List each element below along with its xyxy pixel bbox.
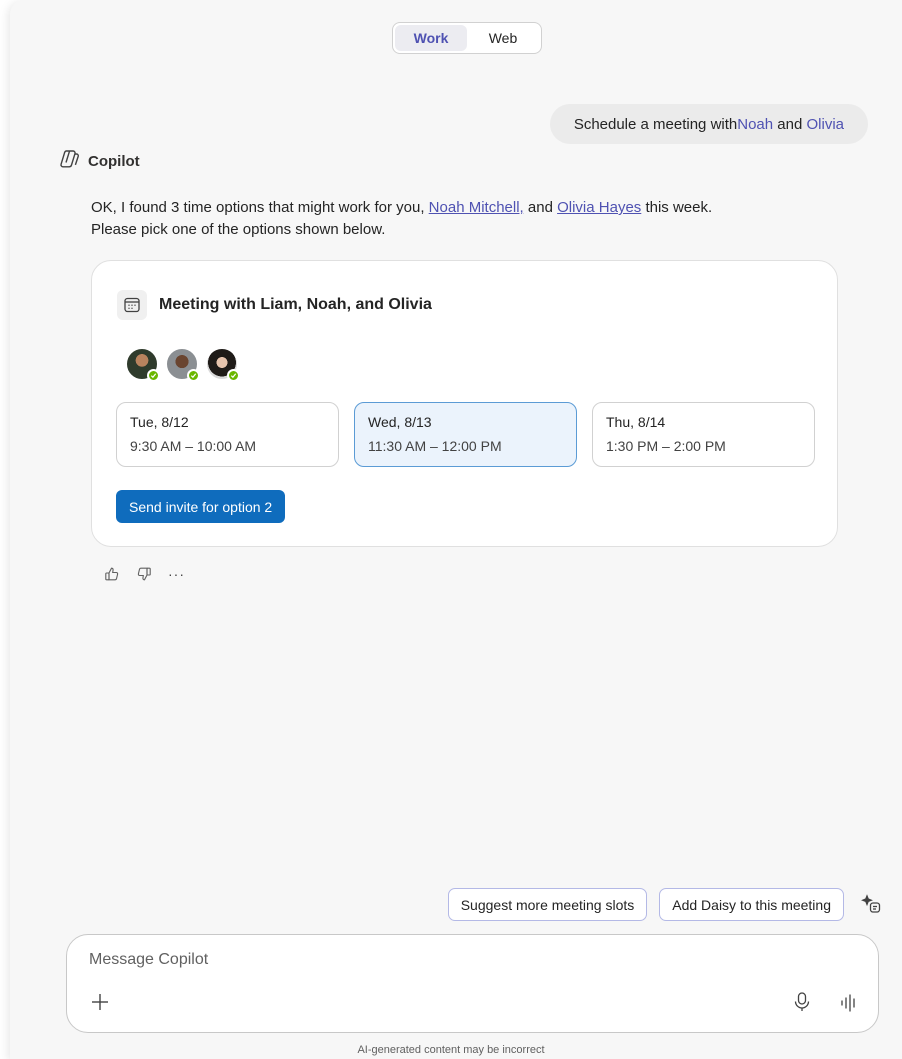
reply-line-2: Please pick one of the options shown bel…	[91, 221, 386, 238]
presence-available-icon	[187, 369, 200, 382]
calendar-icon	[117, 290, 147, 320]
user-message-bubble: Schedule a meeting with Noah and Olivia	[549, 104, 868, 144]
prompt-sparkle-icon[interactable]	[860, 893, 882, 920]
toggle-work[interactable]: Work	[395, 25, 467, 51]
user-message-name-noah: Noah	[737, 115, 774, 133]
attendee-avatars	[125, 347, 240, 382]
time-slot-option-3[interactable]: Thu, 8/14 1:30 PM – 2:00 PM	[592, 402, 815, 467]
reply-text-a: OK, I found 3 time options that might wo…	[91, 199, 429, 216]
copilot-header: Copilot	[58, 148, 140, 174]
send-invite-button[interactable]: Send invite for option 2	[116, 490, 286, 523]
user-message-middle: and	[773, 115, 807, 133]
thumbs-up-icon[interactable]	[104, 566, 120, 582]
time-slot-option-1[interactable]: Tue, 8/12 9:30 AM – 10:00 AM	[116, 402, 339, 467]
add-attachment-icon[interactable]	[90, 992, 110, 1017]
time-slot-option-2[interactable]: Wed, 8/13 11:30 AM – 12:00 PM	[354, 402, 577, 467]
user-message-name-olivia: Olivia	[806, 115, 844, 133]
more-options-icon[interactable]: ···	[168, 566, 185, 582]
reply-text-b: this week.	[641, 199, 713, 216]
message-input[interactable]	[89, 951, 689, 969]
slot-time: 9:30 AM – 10:00 AM	[130, 438, 257, 454]
avatar-olivia[interactable]	[205, 347, 240, 382]
suggestion-more-slots[interactable]: Suggest more meeting slots	[447, 888, 648, 921]
time-slot-options: Tue, 8/12 9:30 AM – 10:00 AM Wed, 8/13 1…	[116, 402, 815, 467]
copilot-name: Copilot	[88, 152, 140, 170]
assistant-reply: OK, I found 3 time options that might wo…	[91, 197, 831, 241]
ai-disclaimer: AI-generated content may be incorrect	[357, 1044, 545, 1056]
card-header: Meeting with Liam, Noah, and Olivia	[117, 290, 432, 320]
user-message-prefix: Schedule a meeting with	[573, 115, 738, 133]
avatar-liam[interactable]	[125, 347, 160, 382]
microphone-icon[interactable]	[792, 991, 812, 1018]
thumbs-down-icon[interactable]	[136, 566, 152, 582]
link-noah-mitchell[interactable]: Noah Mitchell,	[429, 199, 524, 216]
suggestion-chips: Suggest more meeting slots Add Daisy to …	[447, 888, 844, 921]
presence-available-icon	[227, 369, 240, 382]
slot-time: 1:30 PM – 2:00 PM	[606, 438, 726, 454]
slot-time: 11:30 AM – 12:00 PM	[368, 438, 502, 454]
avatar-noah[interactable]	[165, 347, 200, 382]
copilot-logo-icon	[58, 148, 80, 174]
presence-available-icon	[147, 369, 160, 382]
message-composer	[66, 934, 879, 1033]
voice-mode-icon[interactable]	[839, 993, 859, 1018]
toggle-web[interactable]: Web	[467, 25, 539, 51]
copilot-window: Work Web Schedule a meeting with Noah an…	[10, 0, 902, 1059]
slot-day: Wed, 8/13	[368, 414, 432, 430]
reply-and: and	[523, 199, 558, 216]
meeting-card: Meeting with Liam, Noah, and Olivia Tue,…	[91, 260, 838, 547]
feedback-bar: ···	[104, 566, 185, 582]
card-title: Meeting with Liam, Noah, and Olivia	[159, 296, 432, 313]
slot-day: Tue, 8/12	[130, 414, 189, 430]
work-web-toggle: Work Web	[392, 22, 542, 54]
slot-day: Thu, 8/14	[606, 414, 666, 430]
link-olivia-hayes[interactable]: Olivia Hayes	[557, 199, 641, 216]
suggestion-add-daisy[interactable]: Add Daisy to this meeting	[659, 888, 844, 921]
